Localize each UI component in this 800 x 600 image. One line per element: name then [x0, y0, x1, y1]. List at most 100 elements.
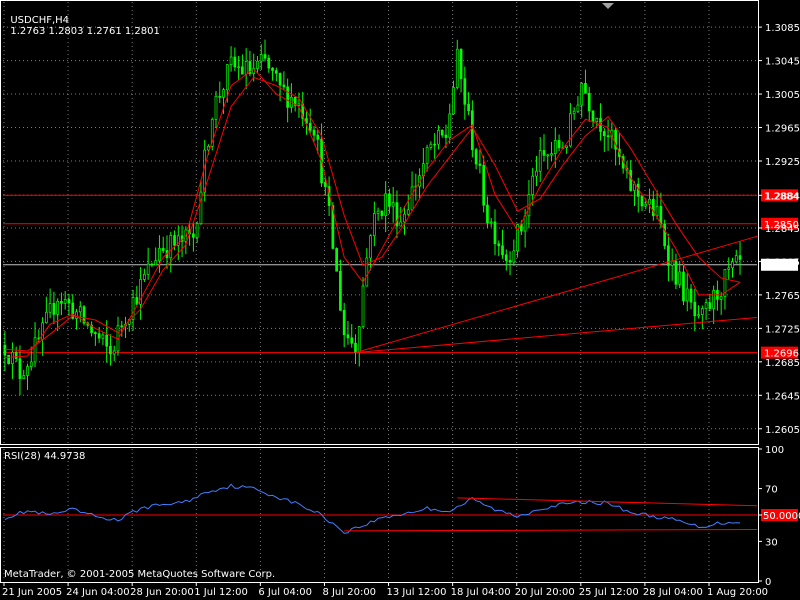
candle-body	[357, 326, 361, 353]
candle-body	[109, 345, 112, 355]
candle-body	[523, 215, 527, 232]
candle-body	[173, 235, 176, 246]
candle-body	[56, 300, 60, 315]
candle-body	[689, 288, 693, 303]
candle-body	[410, 186, 414, 211]
candle-body	[312, 129, 316, 136]
candle-body	[361, 285, 365, 328]
candle-body	[14, 351, 18, 360]
candle-body	[391, 202, 395, 207]
candle-body	[135, 297, 139, 305]
candle-body	[493, 221, 497, 245]
candle-body	[471, 110, 474, 151]
candle-body	[222, 89, 225, 98]
chart-canvas: 1.28841.28501.26961.2801 50.0000 1.30851…	[0, 0, 800, 598]
candle-body	[3, 344, 7, 356]
price-tick-label: 1.2925	[765, 157, 800, 168]
price-tick-label: 1.2765	[765, 291, 800, 302]
time-tick-label: 28 Jun 20:00	[130, 587, 194, 598]
time-tick-label: 20 Jul 20:00	[515, 587, 575, 598]
candle-body	[546, 154, 550, 157]
candle-body	[263, 54, 267, 59]
candle-body	[335, 248, 338, 272]
copyright-label: MetaTrader, © 2001-2005 MetaQuotes Softw…	[4, 569, 276, 580]
candle-body	[214, 95, 218, 120]
candle-body	[376, 210, 380, 214]
candle-body	[154, 260, 158, 266]
candle-body	[719, 296, 723, 300]
candle-body	[7, 354, 11, 364]
candle-body	[365, 257, 369, 287]
candle-body	[731, 261, 734, 269]
time-tick-label: 25 Jul 12:00	[579, 587, 639, 598]
rsi-level-label: 50.0000	[763, 511, 800, 522]
candle-body	[158, 248, 161, 262]
candle-body	[504, 254, 508, 261]
candle-body	[316, 134, 320, 140]
candle-body	[734, 255, 738, 263]
candle-body	[11, 351, 14, 364]
candle-body	[384, 193, 388, 216]
candle-body	[659, 206, 663, 225]
candle-body	[663, 223, 666, 247]
time-tick-label: 8 Jul 20:00	[322, 587, 376, 598]
candle-body	[531, 175, 535, 195]
candle-body	[557, 140, 561, 149]
time-tick-label: 6 Jul 04:00	[258, 587, 312, 598]
moving-average-fast	[4, 68, 741, 359]
candle-body	[678, 271, 682, 285]
candle-body	[271, 67, 274, 71]
candle-body	[218, 95, 222, 98]
candle-body	[437, 129, 440, 145]
rsi-tick-label: 70	[765, 485, 778, 496]
candle-body	[274, 70, 278, 74]
time-tick-label: 1 Aug 20:00	[707, 587, 768, 598]
candle-body	[486, 204, 489, 224]
candle-body	[52, 302, 56, 315]
candle-body	[41, 322, 44, 340]
ohlc-label: 1.2763 1.2803 1.2761 1.2801	[10, 26, 160, 37]
candle-body	[192, 233, 195, 238]
time-tick-label: 24 Jun 04:00	[66, 587, 130, 598]
candle-body	[67, 299, 71, 304]
chart-shift-marker	[602, 3, 614, 9]
candle-body	[225, 64, 229, 91]
candle-body	[26, 366, 29, 376]
price-tick-label: 1.2725	[765, 324, 800, 335]
rsi-tick-label: 0	[765, 577, 771, 588]
candle-body	[161, 248, 165, 251]
candle-body	[648, 198, 651, 205]
candle-body	[535, 170, 538, 177]
price-tick-label: 1.2884	[765, 191, 800, 202]
candle-body	[591, 110, 595, 122]
candle-body	[542, 150, 546, 156]
candle-body	[700, 308, 704, 315]
candle-body	[520, 224, 523, 232]
price-tick-label: 1.3005	[765, 90, 800, 101]
candle-body	[474, 149, 478, 165]
candle-body	[286, 86, 289, 108]
rsi-tick-label: 100	[765, 445, 784, 456]
candle-body	[595, 118, 599, 122]
candle-body	[606, 135, 610, 138]
candle-body	[440, 129, 444, 136]
time-tick-label: 21 Jun 2005	[2, 587, 62, 598]
price-tick-label: 1.2645	[765, 391, 800, 402]
candle-body	[372, 213, 376, 237]
candle-body	[538, 150, 542, 172]
candle-body	[354, 342, 357, 353]
candle-body	[587, 92, 591, 112]
candle-body	[78, 306, 82, 313]
time-tick-label: 18 Jul 04:00	[451, 587, 511, 598]
candle-body	[278, 72, 282, 86]
candle-body	[602, 131, 606, 137]
time-tick-label: 13 Jul 12:00	[387, 587, 447, 598]
rsi-label: RSI(28) 44.9738	[4, 451, 86, 462]
candle-body	[241, 66, 244, 75]
candle-body	[346, 334, 350, 339]
price-tick-label: 1.2965	[765, 124, 800, 135]
candle-body	[237, 66, 240, 69]
moving-average-slow	[4, 76, 741, 352]
candle-body	[670, 260, 674, 266]
candle-body	[501, 245, 504, 256]
